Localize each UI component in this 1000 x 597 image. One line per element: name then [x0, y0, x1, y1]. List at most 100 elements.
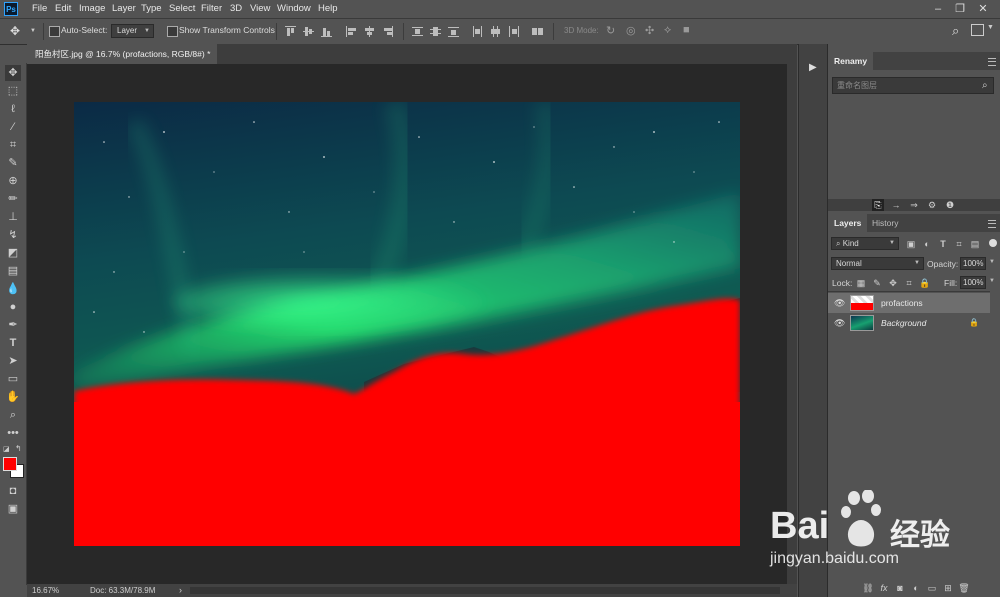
fx-icon[interactable]: fx — [878, 582, 890, 594]
layer-filter-kind[interactable]: ⌕ Kind ▼ — [831, 237, 899, 250]
crop-tool-icon[interactable]: ⌗ — [5, 137, 21, 153]
new-group-icon[interactable]: ▭ — [926, 582, 938, 594]
horizontal-scrollbar[interactable] — [190, 587, 780, 594]
3d-roll-icon[interactable]: ◎ — [626, 24, 636, 37]
info-icon[interactable]: ❶ — [944, 199, 956, 211]
zoom-level[interactable]: 16.67% — [32, 584, 59, 597]
quick-mask-icon[interactable]: ◘ — [5, 483, 21, 499]
menu-edit[interactable]: Edit — [55, 0, 71, 18]
renamy-search-input[interactable]: 重命名图层 — [832, 77, 994, 94]
panel-menu-icon[interactable] — [988, 58, 996, 66]
menu-select[interactable]: Select — [169, 0, 195, 18]
new-layer-icon[interactable]: ⊞ — [942, 582, 954, 594]
zoom-icon[interactable]: ⌕ — [5, 407, 21, 423]
shape-icon[interactable]: ▭ — [5, 371, 21, 387]
menu-file[interactable]: File — [32, 0, 47, 18]
next-icon[interactable]: → — [890, 199, 902, 211]
lock-icon[interactable]: 🔒 — [919, 277, 931, 289]
search-icon[interactable]: ⌕ — [952, 23, 959, 39]
auto-align-icon[interactable] — [532, 26, 543, 37]
move-tool-preset-icon[interactable]: ✥ — [10, 24, 26, 38]
path-select-icon[interactable]: ➤ — [5, 353, 21, 369]
document-tab[interactable]: 阳鱼村区.jpg @ 16.7% (profactions, RGB/8#) *… — [27, 44, 217, 79]
show-transform-checkbox[interactable] — [167, 26, 178, 37]
filter-pixel-icon[interactable]: ▣ — [905, 238, 917, 250]
eye-icon[interactable]: 👁 — [834, 298, 845, 308]
foreground-color-swatch[interactable] — [3, 457, 17, 471]
distribute-left-icon[interactable] — [472, 26, 483, 37]
adjustment-layer-icon[interactable]: ◐ — [910, 582, 922, 594]
opacity-input[interactable]: 100% — [960, 257, 986, 270]
marquee-tool-icon[interactable]: ⬚ — [5, 83, 21, 99]
minimize-icon[interactable]: – — [930, 2, 946, 16]
menu-filter[interactable]: Filter — [201, 0, 222, 18]
document-canvas-image[interactable] — [74, 102, 740, 546]
distribute-vcenter-icon[interactable] — [430, 26, 441, 37]
settings-gear-icon[interactable]: ⚙ — [926, 199, 938, 211]
dodge-icon[interactable]: ● — [5, 299, 21, 315]
filter-toggle-icon[interactable] — [989, 239, 997, 247]
tab-layers[interactable]: Layers — [828, 214, 868, 232]
blur-icon[interactable]: 💧 — [5, 281, 21, 297]
hand-icon[interactable]: ✋ — [5, 389, 21, 405]
auto-select-dropdown[interactable]: Layer ▼ — [111, 24, 154, 38]
distribute-right-icon[interactable] — [508, 26, 519, 37]
add-mask-icon[interactable]: ◙ — [894, 582, 906, 594]
align-left-icon[interactable] — [346, 26, 357, 37]
menu-image[interactable]: Image — [79, 0, 105, 18]
magic-wand-icon[interactable]: ⁄ — [5, 119, 21, 135]
menu-type[interactable]: Type — [141, 0, 162, 18]
3d-scale-icon[interactable]: ■ — [683, 24, 690, 36]
distribute-hcenter-icon[interactable] — [490, 26, 501, 37]
menu-help[interactable]: Help — [318, 0, 338, 18]
panel-menu-icon[interactable] — [988, 220, 996, 228]
fill-input[interactable]: 100% — [960, 276, 986, 289]
filter-shape-icon[interactable]: ⌗ — [953, 238, 965, 250]
blend-mode-select[interactable]: Normal ▼ — [831, 257, 924, 270]
more-tools-icon[interactable]: ••• — [5, 425, 21, 441]
layer-row-background[interactable]: 👁 Background 🔒 — [828, 313, 990, 333]
swap-colors-icon[interactable]: ↰ — [15, 444, 22, 453]
filter-adjustment-icon[interactable]: ◐ — [921, 238, 933, 250]
play-icon[interactable]: ▶ — [809, 62, 817, 73]
chevron-down-icon[interactable]: ▼ — [989, 259, 995, 265]
apply-icon[interactable]: ⇒ — [908, 199, 920, 211]
type-icon[interactable]: T — [5, 335, 21, 351]
menu-view[interactable]: View — [250, 0, 270, 18]
status-menu-arrow-icon[interactable]: › — [179, 584, 182, 597]
pen-icon[interactable]: ✒ — [5, 317, 21, 333]
align-vcenter-icon[interactable] — [303, 26, 314, 37]
filter-smart-object-icon[interactable]: ▤ — [969, 238, 981, 250]
default-colors-icon[interactable]: ◪ — [3, 445, 10, 453]
search-icon[interactable]: ⌕ — [982, 80, 988, 91]
auto-select-checkbox[interactable] — [49, 26, 60, 37]
3d-orbit-icon[interactable]: ↻ — [606, 24, 615, 37]
lock-brush-icon[interactable]: ✎ — [871, 277, 883, 289]
move-tool-icon[interactable]: ✥ — [5, 65, 21, 81]
rename-icon[interactable]: ⎘ — [872, 199, 884, 211]
gradient-icon[interactable]: ▤ — [5, 263, 21, 279]
align-bottom-icon[interactable] — [321, 26, 332, 37]
history-brush-icon[interactable]: ↯ — [5, 227, 21, 243]
clone-stamp-icon[interactable]: ⊥ — [5, 209, 21, 225]
link-layers-icon[interactable]: ⛓ — [862, 582, 874, 594]
eyedropper-icon[interactable]: ✎ — [5, 155, 21, 171]
tab-renamy[interactable]: Renamy — [828, 52, 874, 70]
3d-pan-icon[interactable]: ✣ — [645, 24, 654, 37]
delete-layer-icon[interactable]: 🗑 — [958, 582, 970, 594]
layer-name[interactable]: profactions — [881, 293, 923, 313]
chevron-down-icon[interactable]: ▼ — [989, 278, 995, 284]
chevron-down-icon[interactable]: ▼ — [987, 24, 994, 31]
align-top-icon[interactable] — [285, 26, 296, 37]
close-window-icon[interactable]: ✕ — [975, 2, 991, 16]
layer-row-profactions[interactable]: 👁 profactions — [828, 293, 990, 313]
layer-name[interactable]: Background — [881, 313, 926, 333]
screen-mode-icon[interactable]: ▣ — [5, 501, 21, 517]
healing-brush-icon[interactable]: ⊕ — [5, 173, 21, 189]
lock-transparent-icon[interactable]: ▦ — [855, 277, 867, 289]
distribute-top-icon[interactable] — [412, 26, 423, 37]
3d-slide-icon[interactable]: ⟡ — [664, 24, 671, 37]
lock-position-icon[interactable]: ✥ — [887, 277, 899, 289]
tab-history[interactable]: History — [866, 214, 904, 232]
filter-type-icon[interactable]: T — [937, 238, 949, 250]
